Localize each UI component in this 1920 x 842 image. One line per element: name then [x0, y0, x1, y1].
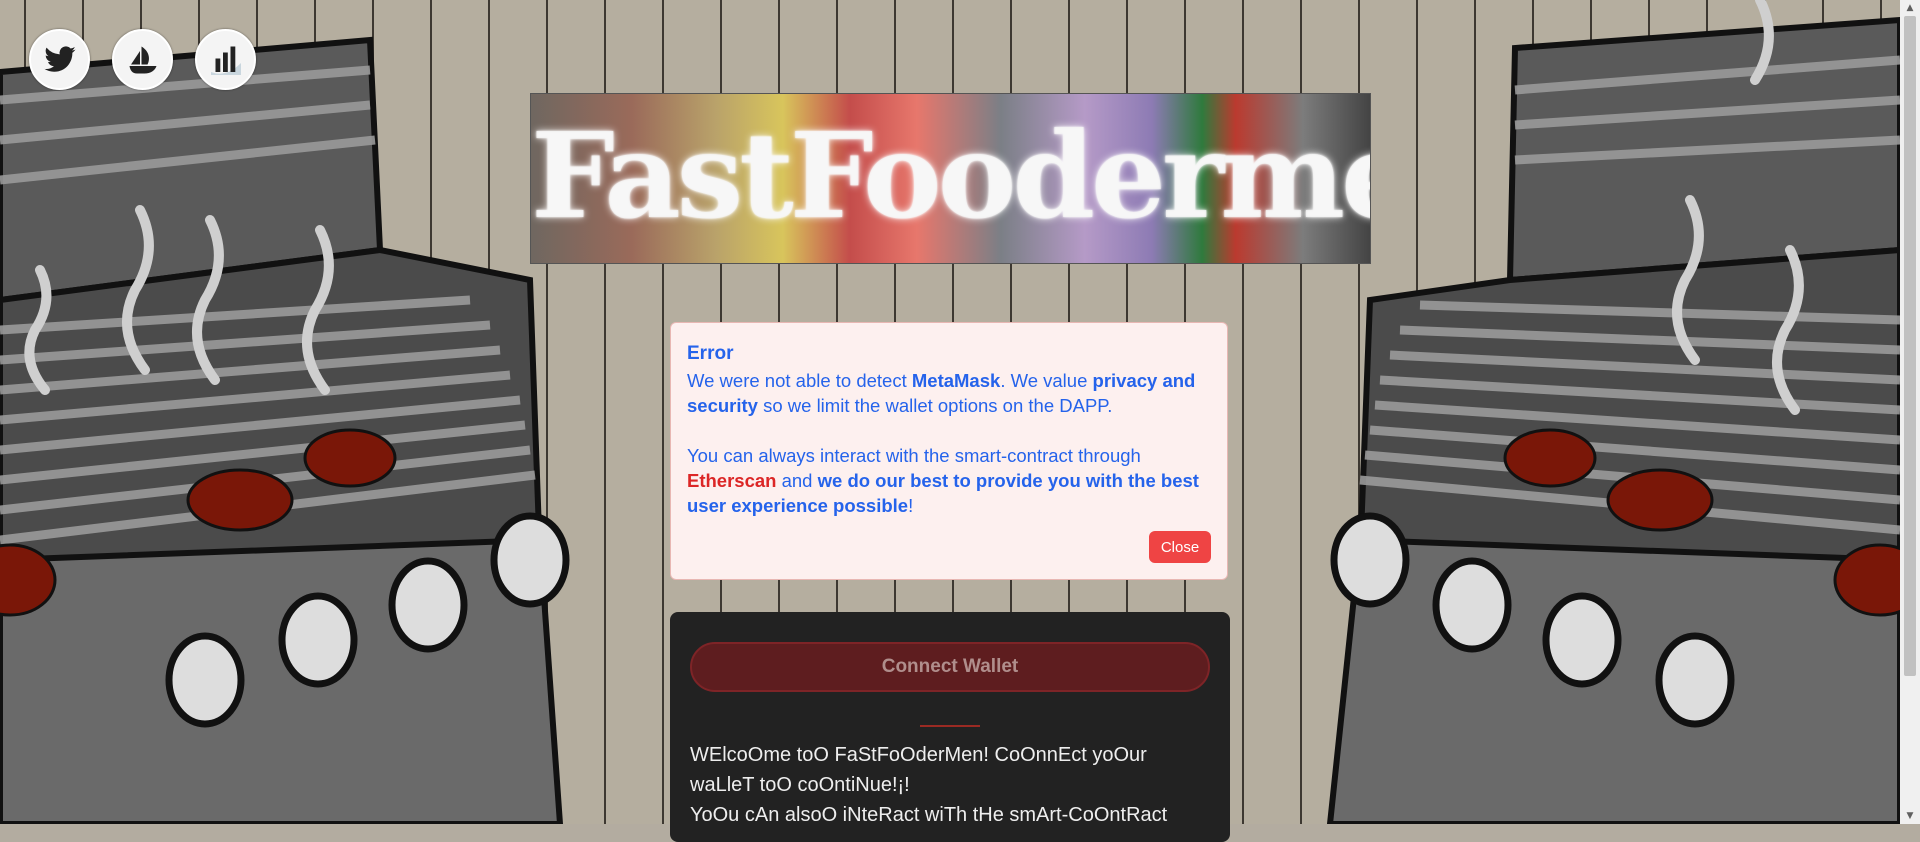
page-scrollbar[interactable]: ▲ ▼ [1900, 0, 1920, 824]
welcome-line-1: WElcoOme toO FaStFoOderMen! CoOnnEct yoO… [690, 744, 1147, 796]
error-dialog: Error We were not able to detect MetaMas… [670, 322, 1228, 580]
banner-logo-text: FastFoodermen [531, 106, 1370, 245]
chart-link[interactable] [195, 29, 256, 90]
scroll-up-arrow-icon[interactable]: ▲ [1900, 0, 1920, 16]
error-message-1: We were not able to detect MetaMask. We … [687, 370, 1196, 416]
welcome-text: WElcoOme toO FaStFoOderMen! CoOnnEct yoO… [690, 740, 1215, 830]
connect-wallet-button[interactable]: Connect Wallet [690, 642, 1210, 692]
opensea-icon [129, 46, 156, 73]
scroll-down-arrow-icon[interactable]: ▼ [1900, 808, 1920, 824]
chart-icon [210, 46, 241, 75]
connect-panel: Connect Wallet WElcoOme toO FaStFoOderMe… [670, 612, 1230, 842]
etherscan-link[interactable]: Etherscan [687, 470, 776, 491]
twitter-icon [43, 45, 76, 72]
scroll-thumb[interactable] [1904, 16, 1916, 676]
metamask-text: MetaMask [911, 370, 1001, 391]
error-title: Error [687, 343, 734, 364]
error-message-2: You can always interact with the smart-c… [687, 445, 1199, 516]
opensea-link[interactable] [112, 29, 173, 90]
close-button[interactable]: Close [1149, 531, 1211, 563]
fastfoodermen-banner: FastFoodermen [530, 93, 1371, 264]
twitter-link[interactable] [29, 29, 90, 90]
divider [920, 725, 980, 727]
welcome-line-2: YoOu cAn alsoO iNteRact wiTh tHe smArt-C… [690, 804, 1168, 826]
